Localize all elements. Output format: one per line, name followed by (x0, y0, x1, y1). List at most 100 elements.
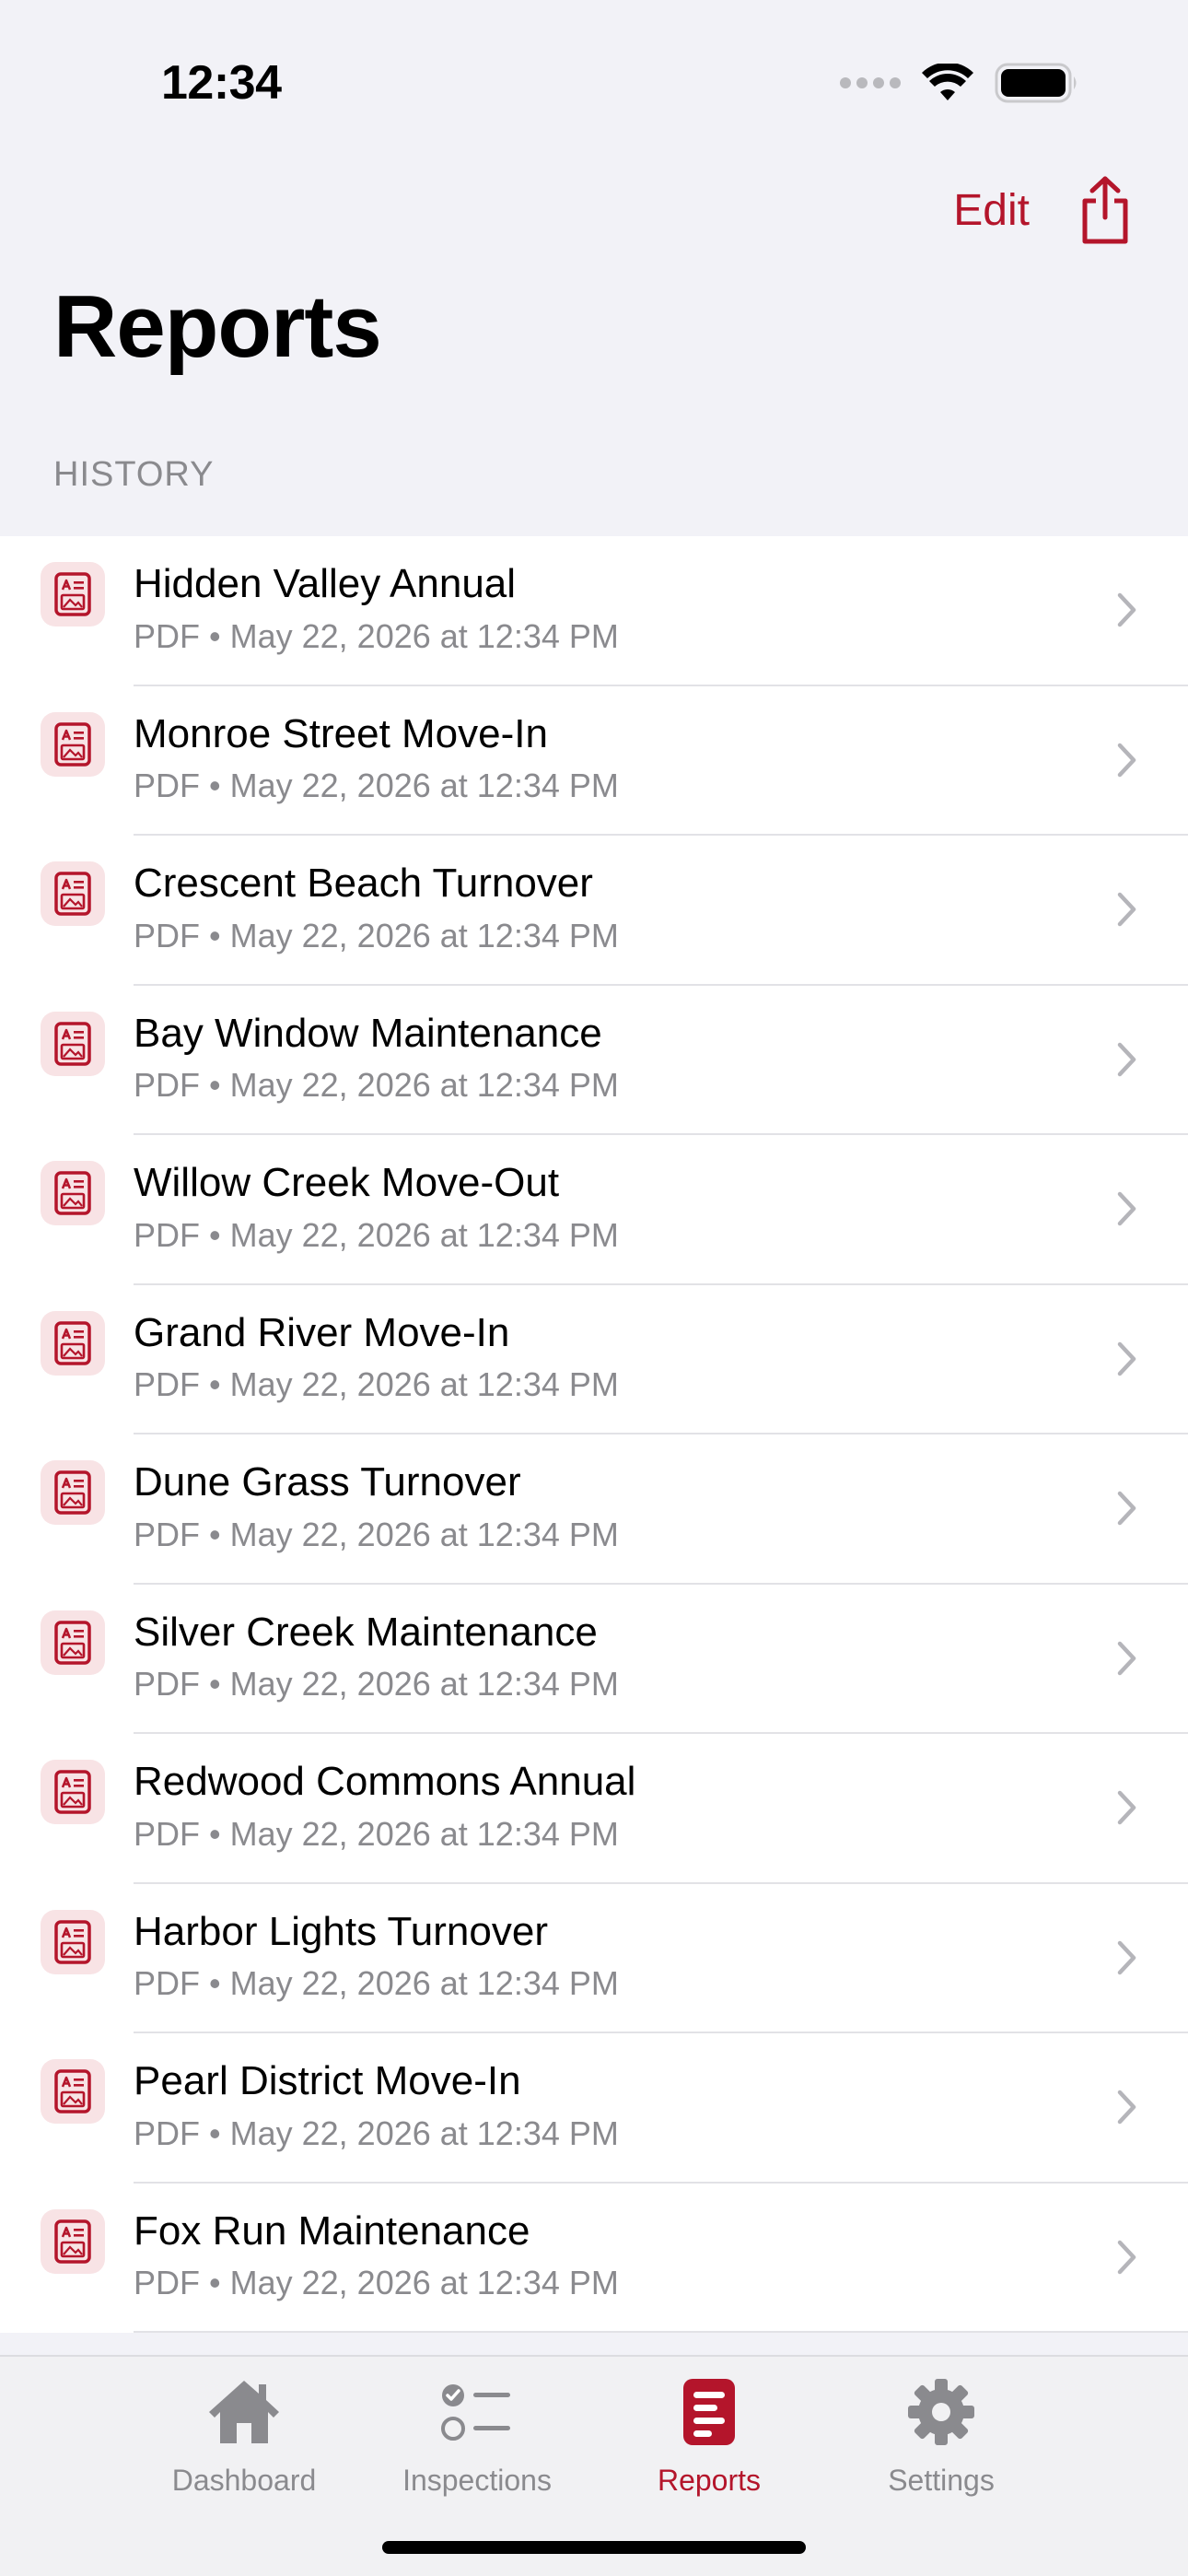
report-icon (683, 2379, 735, 2445)
nav-actions: Edit (953, 175, 1133, 245)
chevron-right-icon (1117, 892, 1136, 927)
report-subtitle: PDF • May 22, 2026 at 12:34 PM (134, 1964, 619, 2003)
pdf-report-icon (41, 1909, 105, 1974)
report-title: Bay Window Maintenance (134, 1010, 602, 1056)
home-indicator (382, 2541, 806, 2554)
checklist-icon (441, 2384, 510, 2441)
report-title: Grand River Move-In (134, 1309, 510, 1355)
chevron-right-icon (1117, 1191, 1136, 1226)
report-row[interactable]: Fox Run Maintenance PDF • May 22, 2026 at… (0, 2184, 1188, 2333)
report-subtitle: PDF • May 22, 2026 at 12:34 PM (134, 2264, 619, 2302)
tab-dashboard[interactable]: Dashboard (138, 2373, 350, 2498)
report-title: Crescent Beach Turnover (134, 861, 593, 906)
share-icon (1082, 176, 1128, 244)
pdf-report-icon (41, 1011, 105, 1076)
report-row[interactable]: Harbor Lights Turnover PDF • May 22, 2026… (0, 1884, 1188, 2033)
gear-icon (908, 2379, 974, 2445)
report-list: Hidden Valley Annual PDF • May 22, 2026 a… (0, 536, 1188, 2333)
report-subtitle: PDF • May 22, 2026 at 12:34 PM (134, 2113, 619, 2152)
report-row[interactable]: Grand River Move-In PDF • May 22, 2026 at… (0, 1285, 1188, 1434)
house-icon (209, 2381, 279, 2443)
tab-inspections[interactable]: Inspections (371, 2373, 583, 2498)
cellular-signal-icon (840, 77, 901, 88)
chevron-right-icon (1117, 1641, 1136, 1675)
report-row-text: Bay Window Maintenance PDF • May 22, 2026… (134, 1010, 619, 1106)
pdf-report-icon (41, 861, 105, 926)
chevron-right-icon (1117, 592, 1136, 627)
chevron-right-icon (1117, 2090, 1136, 2125)
report-title: Hidden Valley Annual (134, 561, 517, 606)
report-title: Willow Creek Move-Out (134, 1160, 560, 1205)
report-row-text: Grand River Move-In PDF • May 22, 2026 at… (134, 1309, 619, 1405)
report-subtitle: PDF • May 22, 2026 at 12:34 PM (134, 767, 619, 805)
report-subtitle: PDF • May 22, 2026 at 12:34 PM (134, 1066, 619, 1105)
report-row[interactable]: Monroe Street Move-In PDF • May 22, 2026 … (0, 686, 1188, 836)
report-title: Dune Grass Turnover (134, 1459, 521, 1505)
report-title: Harbor Lights Turnover (134, 1908, 548, 1954)
report-row-text: Monroe Street Move-In PDF • May 22, 2026 … (134, 710, 619, 806)
row-divider (134, 2331, 1188, 2333)
section-header-history: HISTORY (53, 455, 215, 494)
report-row-text: Redwood Commons Annual PDF • May 22, 2026… (134, 1758, 635, 1854)
pdf-report-icon (41, 1310, 105, 1376)
report-row[interactable]: Hidden Valley Annual PDF • May 22, 2026 a… (0, 536, 1188, 686)
pdf-report-icon (41, 1460, 105, 1525)
pdf-report-icon (41, 1161, 105, 1225)
tab-label: Dashboard (171, 2464, 317, 2497)
report-row[interactable]: Crescent Beach Turnover PDF • May 22, 202… (0, 836, 1188, 986)
chevron-right-icon (1117, 743, 1136, 777)
pdf-report-icon (41, 1610, 105, 1675)
report-subtitle: PDF • May 22, 2026 at 12:34 PM (134, 1365, 619, 1404)
report-title: Redwood Commons Annual (134, 1759, 636, 1804)
reports-screen: 12:34 Edit Reports HISTORY Hidden Valley… (0, 0, 1188, 2576)
report-row[interactable]: Willow Creek Move-Out PDF • May 22, 2026 … (0, 1135, 1188, 1285)
report-title: Pearl District Move-In (134, 2058, 521, 2103)
chevron-right-icon (1117, 1491, 1136, 1526)
report-row[interactable]: Pearl District Move-In PDF • May 22, 2026… (0, 2033, 1188, 2184)
report-title: Monroe Street Move-In (134, 710, 548, 756)
report-subtitle: PDF • May 22, 2026 at 12:34 PM (134, 916, 619, 954)
status-icons (840, 61, 1079, 105)
report-row-text: Crescent Beach Turnover PDF • May 22, 202… (134, 860, 619, 955)
chevron-right-icon (1117, 1341, 1136, 1376)
report-row[interactable]: Bay Window Maintenance PDF • May 22, 2026… (0, 986, 1188, 1135)
chevron-right-icon (1117, 1790, 1136, 1825)
report-title: Silver Creek Maintenance (134, 1609, 598, 1655)
report-subtitle: PDF • May 22, 2026 at 12:34 PM (134, 1665, 619, 1704)
tab-label: Reports (657, 2464, 762, 2497)
report-row-text: Dune Grass Turnover PDF • May 22, 2026 at… (134, 1458, 619, 1554)
chevron-right-icon (1117, 1940, 1136, 1974)
report-row[interactable]: Dune Grass Turnover PDF • May 22, 2026 at… (0, 1434, 1188, 1585)
pdf-report-icon (41, 1760, 105, 1824)
report-row-text: Silver Creek Maintenance PDF • May 22, 20… (134, 1609, 619, 1704)
tab-label: Settings (888, 2464, 995, 2497)
report-row[interactable]: Redwood Commons Annual PDF • May 22, 2026… (0, 1734, 1188, 1884)
report-title: Fox Run Maintenance (134, 2207, 530, 2254)
status-time: 12:34 (161, 56, 282, 110)
pdf-report-icon (41, 2208, 105, 2274)
report-row-text: Fox Run Maintenance PDF • May 22, 2026 at… (134, 2207, 619, 2303)
pdf-report-icon (41, 562, 105, 626)
chevron-right-icon (1117, 1042, 1136, 1076)
wifi-icon (922, 64, 973, 100)
report-subtitle: PDF • May 22, 2026 at 12:34 PM (134, 1515, 619, 1553)
edit-button[interactable]: Edit (953, 185, 1030, 236)
chevron-right-icon (1117, 2240, 1136, 2274)
report-row-text: Pearl District Move-In PDF • May 22, 2026… (134, 2057, 619, 2153)
report-row-text: Hidden Valley Annual PDF • May 22, 2026 a… (134, 560, 619, 656)
report-row-text: Willow Creek Move-Out PDF • May 22, 2026 … (134, 1159, 619, 1255)
report-subtitle: PDF • May 22, 2026 at 12:34 PM (134, 1814, 619, 1853)
tab-reports[interactable]: Reports (603, 2373, 815, 2498)
page-title: Reports (53, 277, 382, 376)
tab-label: Inspections (402, 2464, 552, 2497)
report-row[interactable]: Silver Creek Maintenance PDF • May 22, 20… (0, 1585, 1188, 1734)
report-row-text: Harbor Lights Turnover PDF • May 22, 2026… (134, 1908, 619, 2004)
report-subtitle: PDF • May 22, 2026 at 12:34 PM (134, 616, 619, 655)
share-button[interactable] (1077, 175, 1133, 245)
pdf-report-icon (41, 711, 105, 777)
tab-settings[interactable]: Settings (835, 2373, 1047, 2498)
pdf-report-icon (41, 2059, 105, 2124)
battery-icon (995, 63, 1077, 103)
report-subtitle: PDF • May 22, 2026 at 12:34 PM (134, 1215, 619, 1254)
status-bar: 12:34 (0, 0, 1188, 147)
